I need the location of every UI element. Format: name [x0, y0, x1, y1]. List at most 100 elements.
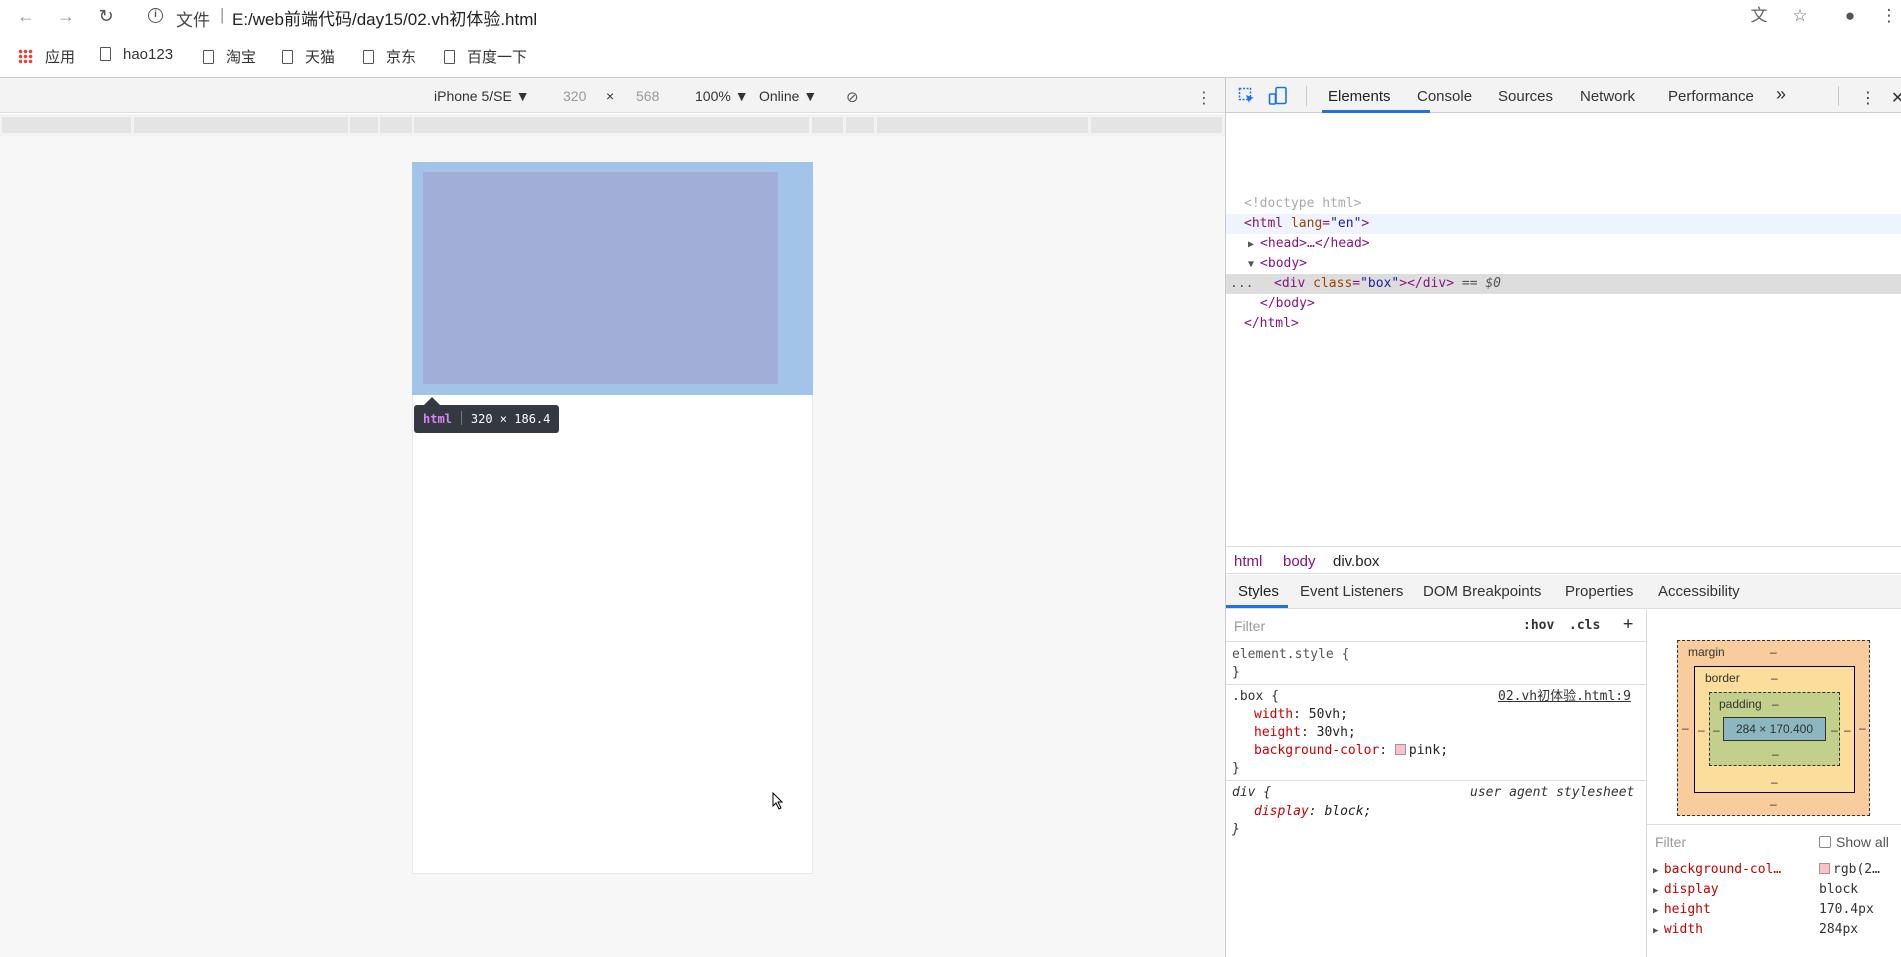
css-prop-height[interactable]: height: 30vh; — [1254, 724, 1356, 742]
computed-row[interactable]: ▶ display — [1653, 881, 1719, 900]
more-tabs-icon[interactable]: » — [1776, 84, 1786, 105]
menu-icon[interactable]: ⋮ — [1878, 5, 1900, 27]
close-icon[interactable]: ✕ — [1891, 88, 1901, 108]
account-icon[interactable]: ● — [1839, 5, 1861, 27]
bookmark-baidu[interactable]: 百度一下 — [444, 46, 527, 67]
box-model-content[interactable]: 284 × 170.400 — [1723, 717, 1826, 741]
margin-top-value: – — [1770, 645, 1777, 659]
tab-dom-breakpoints[interactable]: DOM Breakpoints — [1423, 583, 1541, 600]
devtools-tabbar: Elements Console Sources Network Perform… — [1226, 78, 1901, 113]
tab-network[interactable]: Network — [1580, 88, 1635, 105]
height-input[interactable]: 568 — [636, 88, 659, 104]
media-segment[interactable] — [812, 117, 843, 133]
media-segment[interactable] — [877, 117, 1088, 133]
bookmark-tmall[interactable]: 天猫 — [282, 46, 335, 67]
device-toggle-icon[interactable] — [1268, 86, 1288, 106]
computed-value: 170.4px — [1819, 902, 1874, 917]
width-input[interactable]: 320 — [563, 88, 586, 104]
box-model-border[interactable]: border – – – – padding – – – – 284 × 170… — [1694, 666, 1855, 793]
styles-filter-input[interactable]: Filter — [1234, 617, 1265, 635]
devtools-menu-icon[interactable]: ⋮ — [1860, 88, 1876, 108]
media-segment[interactable] — [2, 117, 131, 133]
box-selector[interactable]: .box { — [1232, 688, 1279, 706]
computed-row[interactable]: ▶ width — [1653, 921, 1703, 940]
expand-arrow-icon[interactable]: ▶ — [1248, 239, 1260, 250]
address-bar: ← → ↻ i 文件 | E:/web前端代码/day15/02.vh初体验.h… — [0, 0, 1901, 32]
cls-toggle[interactable]: .cls — [1569, 617, 1600, 635]
tab-elements[interactable]: Elements — [1328, 88, 1391, 105]
breadcrumb-html[interactable]: html — [1234, 553, 1262, 570]
url-field[interactable]: E:/web前端代码/day15/02.vh初体验.html — [232, 5, 537, 30]
div-selector[interactable]: div { — [1232, 784, 1271, 802]
tab-performance[interactable]: Performance — [1668, 88, 1754, 105]
dom-div-node[interactable]: <div class="box"></div> == $0 — [1274, 274, 1501, 294]
css-prop-background-color[interactable]: background-color: pink; — [1254, 742, 1448, 760]
computed-name: width — [1663, 922, 1703, 937]
back-icon[interactable]: ← — [14, 4, 38, 28]
dom-doctype[interactable]: <!doctype html> — [1244, 194, 1361, 214]
bookmark-label: 百度一下 — [467, 49, 528, 66]
box-model-padding[interactable]: padding – – – – 284 × 170.400 — [1709, 692, 1840, 766]
tooltip-divider — [460, 411, 462, 425]
translate-icon[interactable]: 文 — [1748, 5, 1770, 27]
dom-body-node[interactable]: ▼ <body> — [1248, 254, 1307, 274]
padding-bottom-value: – — [1772, 747, 1779, 761]
tab-console[interactable]: Console — [1417, 88, 1472, 105]
tag-text: <head>…</head> — [1260, 236, 1370, 251]
computed-row[interactable]: ▶ background-col… — [1653, 861, 1781, 880]
collapse-arrow-icon[interactable]: ▼ — [1248, 259, 1260, 270]
add-rule-icon[interactable]: + — [1623, 615, 1633, 633]
more-options-icon[interactable]: ⋮ — [1196, 88, 1212, 108]
dom-body-close[interactable]: </body> — [1260, 294, 1315, 314]
tab-event-listeners[interactable]: Event Listeners — [1300, 583, 1403, 600]
tag-text: <body> — [1260, 256, 1308, 271]
computed-row[interactable]: ▶ height — [1653, 901, 1711, 920]
dom-head-node[interactable]: ▶ <head>…</head> — [1248, 234, 1370, 254]
device-select[interactable]: iPhone 5/SE ▼ — [434, 88, 530, 104]
media-segment[interactable] — [380, 117, 412, 133]
media-segment[interactable] — [1091, 117, 1222, 133]
media-segment[interactable] — [846, 117, 874, 133]
element-style-selector[interactable]: element.style { — [1232, 646, 1349, 664]
color-swatch-icon — [1819, 863, 1830, 874]
media-segment[interactable] — [414, 117, 809, 133]
border-bottom-value: – — [1771, 775, 1778, 789]
tooltip-size: 320 × 186.4 — [470, 412, 551, 426]
box-source-link[interactable]: 02.vh初体验.html:9 — [1498, 688, 1631, 706]
dom-tree: <!doctype html> <html lang="en"> ▶ <head… — [1226, 114, 1901, 544]
color-swatch-icon[interactable] — [1394, 744, 1406, 755]
zoom-select[interactable]: 100% ▼ — [695, 88, 749, 104]
media-segment[interactable] — [134, 117, 348, 133]
box-model-margin[interactable]: margin – – – – border – – – – padding – … — [1677, 640, 1870, 816]
hov-toggle[interactable]: :hov — [1523, 617, 1554, 635]
attr-value: "box" — [1360, 276, 1400, 291]
breadcrumb-body[interactable]: body — [1283, 553, 1316, 570]
checkbox-icon[interactable] — [1819, 836, 1831, 848]
show-all-checkbox[interactable]: Show all — [1819, 833, 1889, 851]
bookmark-label: 京东 — [386, 49, 417, 66]
inspect-icon[interactable] — [1238, 87, 1256, 105]
tab-sources[interactable]: Sources — [1498, 88, 1553, 105]
star-icon[interactable]: ☆ — [1789, 5, 1811, 27]
forward-icon[interactable]: → — [54, 4, 78, 28]
reload-icon[interactable]: ↻ — [94, 4, 118, 28]
dom-html-node[interactable]: <html lang="en"> — [1244, 214, 1369, 234]
css-prop-width[interactable]: width: 50vh; — [1254, 706, 1348, 724]
breadcrumb-div-box[interactable]: div.box — [1333, 553, 1379, 570]
bookmark-hao123[interactable]: hao123 — [100, 46, 173, 63]
computed-value: 284px — [1819, 922, 1859, 937]
tab-properties[interactable]: Properties — [1565, 583, 1633, 600]
network-select[interactable]: Online ▼ — [759, 88, 817, 104]
dom-ellipsis[interactable]: ... — [1230, 274, 1253, 294]
rotate-icon[interactable]: ⊘ — [846, 88, 859, 106]
bookmark-jd[interactable]: 京东 — [363, 46, 416, 67]
tab-accessibility[interactable]: Accessibility — [1658, 583, 1740, 600]
media-segment[interactable] — [350, 117, 378, 133]
bookmark-apps[interactable]: 应用 — [18, 46, 75, 67]
info-icon[interactable]: i — [148, 8, 163, 23]
dom-html-close[interactable]: </html> — [1244, 314, 1299, 334]
tab-styles[interactable]: Styles — [1238, 583, 1279, 600]
computed-filter-input[interactable]: Filter — [1655, 833, 1686, 851]
margin-right-value: – — [1859, 721, 1866, 735]
bookmark-taobao[interactable]: 淘宝 — [203, 46, 256, 67]
